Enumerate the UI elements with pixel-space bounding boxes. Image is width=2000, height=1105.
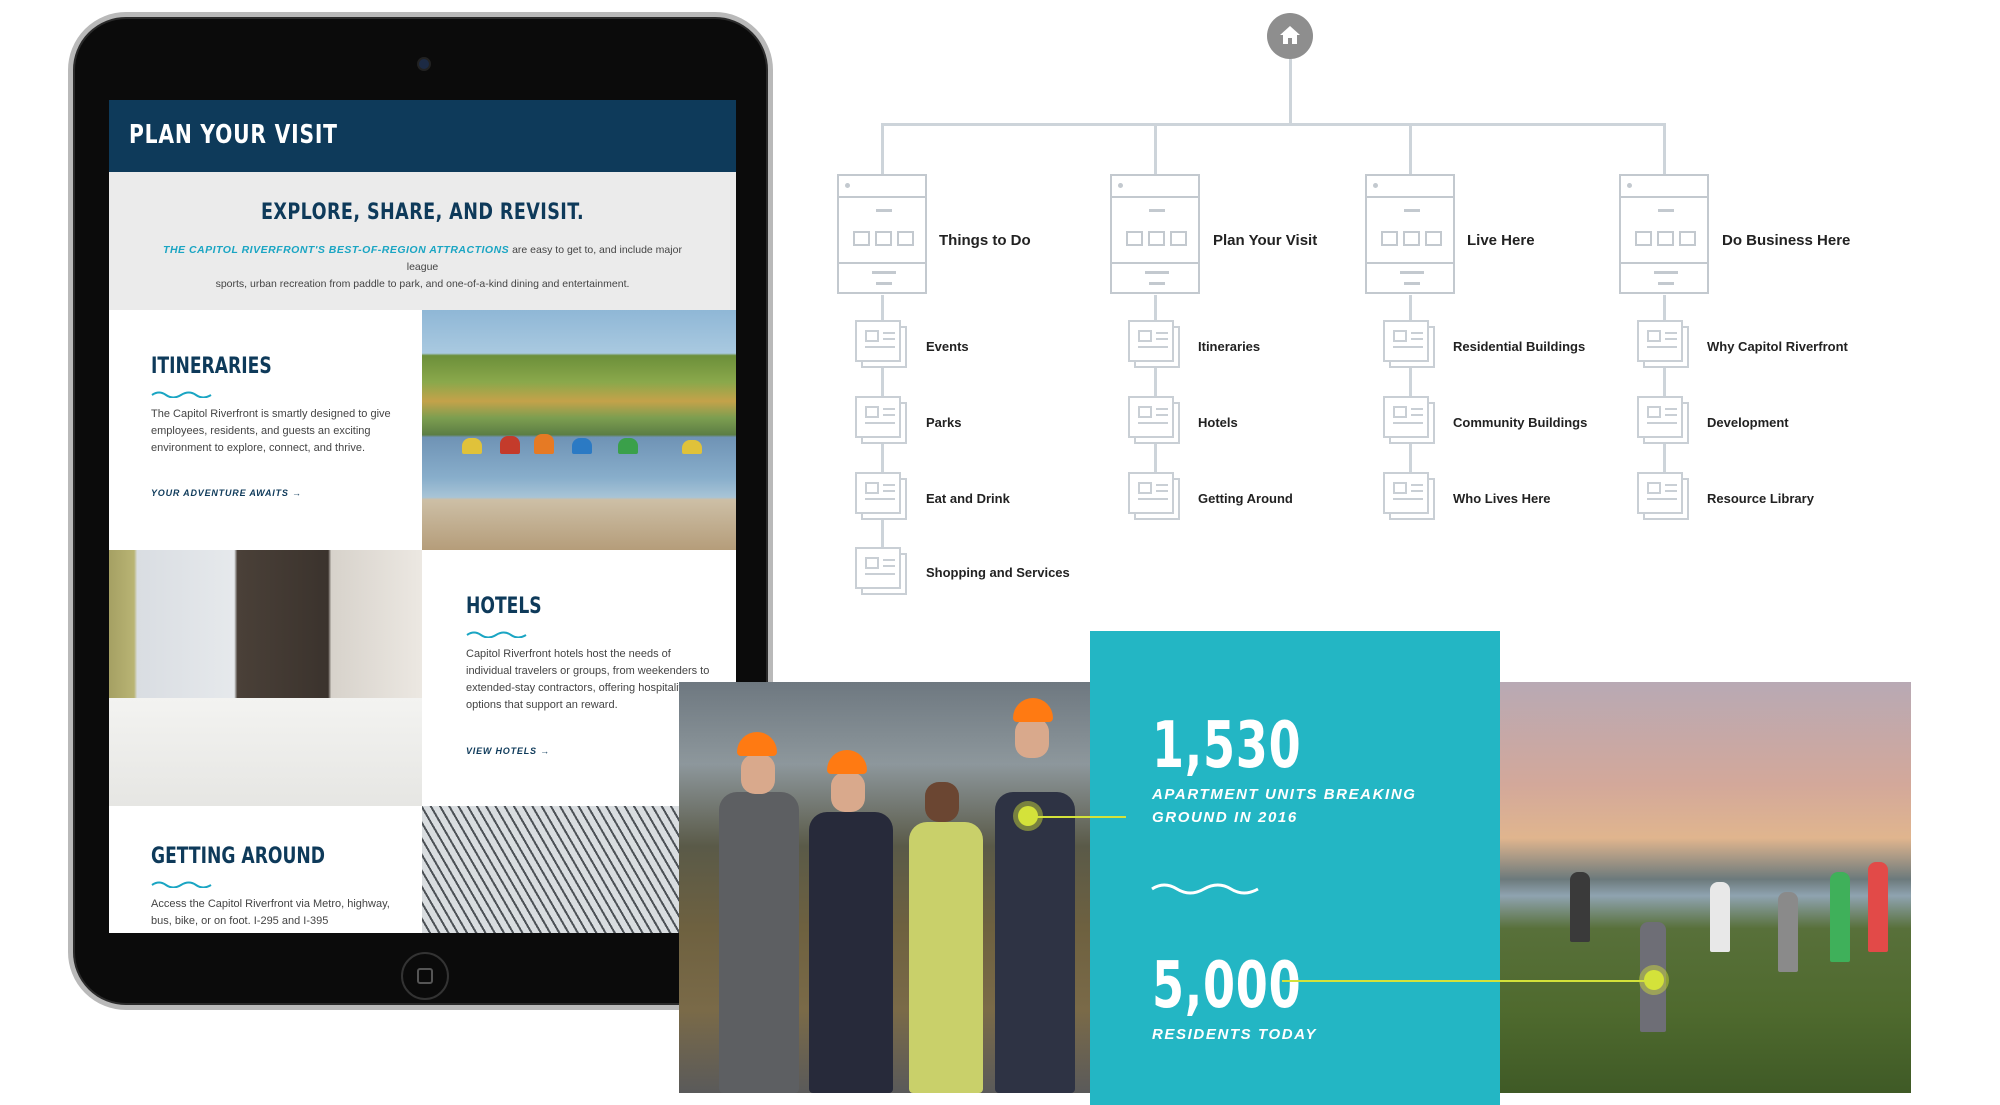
- person-figure: [1830, 872, 1850, 962]
- stat-residents-label: RESIDENTS TODAY: [1152, 1026, 1318, 1043]
- stat-apartment-units-line1: APARTMENT UNITS BREAKING: [1152, 786, 1417, 803]
- subpage-icon: [1383, 320, 1435, 368]
- person-figure: [1868, 862, 1888, 952]
- subpage-icon: [855, 396, 907, 444]
- subpage-icon: [1637, 320, 1689, 368]
- person-figure: [925, 782, 959, 822]
- sitemap-child-shopping-and-services[interactable]: Shopping and Services: [926, 565, 1070, 580]
- home-icon: [1280, 26, 1300, 44]
- sitemap-child-development[interactable]: Development: [1707, 415, 1789, 430]
- getting-around-heading: GETTING AROUND: [151, 844, 326, 869]
- subpage-icon: [1128, 396, 1180, 444]
- person-figure: [809, 812, 893, 1093]
- sitemap-child-getting-around[interactable]: Getting Around: [1198, 491, 1293, 506]
- subpage-icon: [1128, 472, 1180, 520]
- page-wireframe-icon: [837, 174, 927, 294]
- getting-around-card: GETTING AROUND Access the Capitol Riverf…: [109, 806, 422, 933]
- person-figure: [1710, 882, 1730, 952]
- person-figure: [1015, 718, 1049, 758]
- subpage-icon: [1637, 472, 1689, 520]
- wave-divider-icon: [1151, 883, 1259, 895]
- callout-line: [1026, 816, 1126, 818]
- sitemap-section-plan-your-visit[interactable]: Plan Your Visit: [1213, 232, 1317, 249]
- subpage-icon: [855, 547, 907, 595]
- sitemap-child-resource-library[interactable]: Resource Library: [1707, 491, 1814, 506]
- subpage-icon: [1637, 396, 1689, 444]
- sitemap-section-do-business-here[interactable]: Do Business Here: [1722, 232, 1850, 249]
- person-figure: [741, 754, 775, 794]
- connector-line: [1409, 123, 1412, 175]
- hard-hat-icon: [1013, 698, 1053, 722]
- connector-line: [881, 123, 1666, 126]
- sitemap-child-hotels[interactable]: Hotels: [1198, 415, 1238, 430]
- page-wireframe-icon: [1365, 174, 1455, 294]
- subpage-icon: [1383, 396, 1435, 444]
- sitemap-child-community-buildings[interactable]: Community Buildings: [1453, 415, 1587, 430]
- sitemap-child-events[interactable]: Events: [926, 339, 969, 354]
- person-figure: [995, 792, 1075, 1093]
- stat-apartment-units-line2: GROUND IN 2016: [1152, 809, 1298, 826]
- sitemap-home-node[interactable]: [1267, 13, 1313, 59]
- hard-hat-icon: [737, 732, 777, 756]
- connector-line: [1154, 123, 1157, 175]
- person-figure: [1778, 892, 1798, 972]
- subpage-icon: [855, 472, 907, 520]
- sitemap-child-eat-and-drink[interactable]: Eat and Drink: [926, 491, 1010, 506]
- sitemap-section-things-to-do[interactable]: Things to Do: [939, 232, 1031, 249]
- callout-dot: [1644, 970, 1664, 990]
- connector-line: [1289, 59, 1292, 125]
- hotels-link[interactable]: VIEW HOTELS →: [466, 746, 550, 756]
- sitemap-child-itineraries[interactable]: Itineraries: [1198, 339, 1260, 354]
- stat-residents-number: 5,000: [1152, 949, 1302, 1023]
- connector-line: [1663, 123, 1666, 175]
- groundbreaking-photo: [679, 682, 1090, 1093]
- page-wireframe-icon: [1110, 174, 1200, 294]
- person-figure: [719, 792, 799, 1093]
- subpage-icon: [855, 320, 907, 368]
- person-figure: [831, 772, 865, 812]
- wave-divider-icon: [151, 881, 212, 888]
- connector-line: [881, 123, 884, 175]
- stats-panel: 1,530 APARTMENT UNITS BREAKING GROUND IN…: [1090, 631, 1500, 1105]
- stat-apartment-units-label: APARTMENT UNITS BREAKING GROUND IN 2016: [1152, 783, 1417, 829]
- sitemap-child-parks[interactable]: Parks: [926, 415, 961, 430]
- person-figure: [909, 822, 983, 1093]
- sitemap-child-residential-buildings[interactable]: Residential Buildings: [1453, 339, 1585, 354]
- sitemap-section-live-here[interactable]: Live Here: [1467, 232, 1535, 249]
- sitemap-child-why-capitol-riverfront[interactable]: Why Capitol Riverfront: [1707, 339, 1848, 354]
- person-figure: [1570, 872, 1590, 942]
- subpage-icon: [1128, 320, 1180, 368]
- tablet-home-button[interactable]: [401, 952, 449, 1000]
- sitemap-diagram: Things to Do Plan Your Visit Live Here D…: [0, 0, 2000, 640]
- page-wireframe-icon: [1619, 174, 1709, 294]
- stat-apartment-units-number: 1,530: [1152, 709, 1302, 783]
- outdoor-yoga-photo: [1500, 682, 1911, 1093]
- subpage-icon: [1383, 472, 1435, 520]
- sitemap-child-who-lives-here[interactable]: Who Lives Here: [1453, 491, 1551, 506]
- hard-hat-icon: [827, 750, 867, 774]
- callout-line: [1282, 980, 1652, 982]
- getting-around-text: Access the Capitol Riverfront via Metro,…: [151, 898, 390, 927]
- callout-dot: [1018, 806, 1038, 826]
